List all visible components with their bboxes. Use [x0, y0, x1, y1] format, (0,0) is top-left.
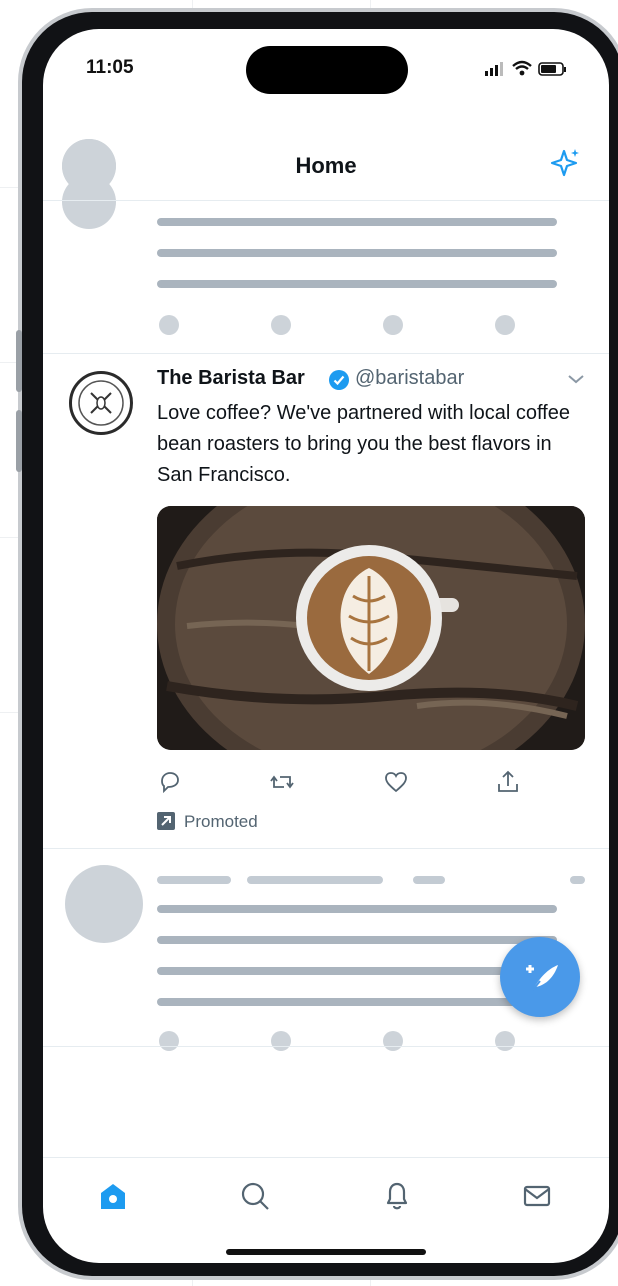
skeleton-action: [159, 1031, 179, 1051]
chevron-down-icon[interactable]: [567, 372, 585, 386]
skeleton-action: [159, 315, 179, 335]
tweet-divider: [43, 1046, 609, 1047]
heart-icon[interactable]: [383, 769, 409, 795]
coffee-photo: [157, 506, 585, 750]
signal-icon: [485, 62, 503, 76]
bell-icon[interactable]: [380, 1179, 414, 1213]
arrow-icon: [161, 816, 171, 826]
skeleton-action: [495, 315, 515, 335]
status-icons: [485, 60, 566, 76]
phone-screen: 11:05 Home The Barista Bar @baristabar L…: [43, 29, 609, 1263]
skeleton-line: [570, 876, 585, 884]
skeleton-line: [157, 998, 557, 1006]
dynamic-island: [246, 46, 408, 94]
compose-tweet-icon: [526, 965, 558, 992]
tweet-divider: [43, 353, 609, 354]
skeleton-line: [247, 876, 383, 884]
skeleton-line: [157, 218, 557, 226]
logo-mark: [78, 380, 124, 426]
promoted-icon: [157, 812, 175, 830]
tweet-divider: [43, 848, 609, 849]
reply-icon[interactable]: [157, 769, 183, 795]
promoted-label: Promoted: [184, 812, 258, 831]
search-icon[interactable]: [238, 1179, 272, 1213]
volume-button: [16, 410, 22, 472]
battery-icon: [538, 62, 566, 76]
compose-tweet-button[interactable]: [500, 937, 580, 1017]
tweet-image[interactable]: [157, 506, 585, 750]
skeleton-avatar: [65, 865, 143, 943]
tweet-author-name[interactable]: The Barista Bar: [157, 367, 305, 390]
tweet-author-handle[interactable]: @baristabar: [355, 367, 464, 390]
verified-badge-icon: [329, 370, 349, 390]
header-divider: [43, 200, 609, 201]
skeleton-line: [413, 876, 445, 884]
skeleton-action: [383, 315, 403, 335]
skeleton-line: [157, 876, 231, 884]
home-icon[interactable]: [96, 1179, 130, 1213]
skeleton-action: [271, 315, 291, 335]
skeleton-line: [157, 905, 557, 913]
sparkle-icon[interactable]: [548, 147, 582, 181]
wifi-icon: [512, 60, 532, 76]
mail-icon[interactable]: [520, 1179, 554, 1213]
skeleton-line: [157, 249, 557, 257]
page-title: Home: [295, 153, 357, 178]
retweet-icon[interactable]: [269, 769, 295, 795]
skeleton-action: [383, 1031, 403, 1051]
skeleton-line: [157, 936, 557, 944]
profile-avatar-overlay: [62, 139, 116, 193]
skeleton-action: [495, 1031, 515, 1051]
skeleton-action: [271, 1031, 291, 1051]
barista-bar-logo[interactable]: [69, 371, 133, 435]
tweet-text: Love coffee? We've partnered with local …: [157, 402, 570, 486]
bottom-nav-divider: [43, 1157, 609, 1158]
status-time: 11:05: [86, 57, 134, 78]
skeleton-line: [157, 967, 557, 975]
volume-button: [16, 330, 22, 392]
home-indicator[interactable]: [226, 1249, 426, 1255]
share-icon[interactable]: [495, 769, 521, 795]
skeleton-line: [157, 280, 557, 288]
